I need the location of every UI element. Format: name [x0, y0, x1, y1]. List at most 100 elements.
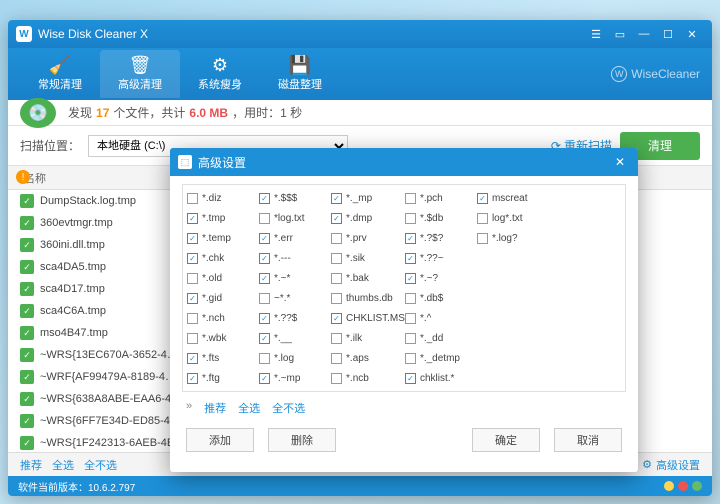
- ext-cell[interactable]: *.aps: [331, 349, 405, 367]
- ext-cell[interactable]: ✓*.~?: [405, 269, 477, 287]
- ext-cell[interactable]: ✓*.~*: [259, 269, 331, 287]
- ext-cell[interactable]: *.log: [259, 349, 331, 367]
- ext-cell[interactable]: *.$db: [405, 209, 477, 227]
- file-checkbox[interactable]: ✓: [20, 370, 34, 384]
- ext-cell[interactable]: ✓*.??$: [259, 309, 331, 327]
- ext-cell[interactable]: ✓*.??~: [405, 249, 477, 267]
- ext-cell[interactable]: ✓*._mp: [331, 189, 405, 207]
- ext-checkbox[interactable]: ✓: [405, 233, 416, 244]
- tab-3[interactable]: 💾磁盘整理: [260, 50, 340, 98]
- dot-red[interactable]: [678, 481, 688, 491]
- ext-cell[interactable]: ✓*.dmp: [331, 209, 405, 227]
- tab-2[interactable]: ⚙系统瘦身: [180, 50, 260, 98]
- ext-checkbox[interactable]: ✓: [187, 233, 198, 244]
- window-button[interactable]: —: [632, 24, 656, 44]
- ext-cell[interactable]: ✓*.tmp: [187, 209, 259, 227]
- ext-cell[interactable]: *.pch: [405, 189, 477, 207]
- ext-cell[interactable]: *.diz: [187, 189, 259, 207]
- ext-checkbox[interactable]: ✓: [477, 193, 488, 204]
- ext-cell[interactable]: ✓*.gid: [187, 289, 259, 307]
- ext-cell[interactable]: ✓CHKLIST.MS: [331, 309, 405, 327]
- file-checkbox[interactable]: ✓: [20, 282, 34, 296]
- ext-cell[interactable]: *.bak: [331, 269, 405, 287]
- window-button[interactable]: ▭: [608, 24, 632, 44]
- ext-cell[interactable]: thumbs.db: [331, 289, 405, 307]
- ext-checkbox[interactable]: [187, 333, 198, 344]
- dialog-titlebar[interactable]: ⬚ 高级设置 ✕: [170, 148, 638, 176]
- ext-cell[interactable]: ~*.*: [259, 289, 331, 307]
- ext-checkbox[interactable]: [477, 213, 488, 224]
- ext-checkbox[interactable]: ✓: [187, 353, 198, 364]
- ext-cell[interactable]: *.wbk: [187, 329, 259, 347]
- footer-recommend[interactable]: 推荐: [20, 457, 42, 473]
- ext-checkbox[interactable]: [187, 313, 198, 324]
- ext-cell[interactable]: *._dd: [405, 329, 477, 347]
- footer-select-all[interactable]: 全选: [52, 457, 74, 473]
- ext-checkbox[interactable]: [405, 333, 416, 344]
- ext-checkbox[interactable]: ✓: [331, 313, 342, 324]
- ext-cell[interactable]: *.sik: [331, 249, 405, 267]
- ext-cell[interactable]: *.prv: [331, 229, 405, 247]
- ext-cell[interactable]: ✓*.err: [259, 229, 331, 247]
- ext-cell[interactable]: *.nch: [187, 309, 259, 327]
- ext-cell[interactable]: *.ncb: [331, 369, 405, 387]
- ext-checkbox[interactable]: [331, 293, 342, 304]
- dlg-select-all[interactable]: 全选: [238, 400, 260, 416]
- file-checkbox[interactable]: ✓: [20, 348, 34, 362]
- ext-checkbox[interactable]: [331, 253, 342, 264]
- ext-checkbox[interactable]: [405, 193, 416, 204]
- ext-checkbox[interactable]: [477, 233, 488, 244]
- ext-checkbox[interactable]: [259, 293, 270, 304]
- file-checkbox[interactable]: ✓: [20, 304, 34, 318]
- ext-cell[interactable]: ✓*.---: [259, 249, 331, 267]
- ext-cell[interactable]: ✓chklist.*: [405, 369, 477, 387]
- ext-checkbox[interactable]: ✓: [331, 213, 342, 224]
- ext-checkbox[interactable]: ✓: [187, 293, 198, 304]
- ext-cell[interactable]: *.^: [405, 309, 477, 327]
- ext-checkbox[interactable]: [405, 213, 416, 224]
- ext-checkbox[interactable]: [259, 213, 270, 224]
- file-checkbox[interactable]: ✓: [20, 392, 34, 406]
- ext-checkbox[interactable]: ✓: [259, 333, 270, 344]
- file-checkbox[interactable]: ✓: [20, 194, 34, 208]
- ext-checkbox[interactable]: [405, 293, 416, 304]
- ext-checkbox[interactable]: [405, 313, 416, 324]
- ext-cell[interactable]: ✓*.ftg: [187, 369, 259, 387]
- window-button[interactable]: ☰: [584, 24, 608, 44]
- window-button[interactable]: ✕: [680, 24, 704, 44]
- ext-cell[interactable]: ✓*.fts: [187, 349, 259, 367]
- ext-cell[interactable]: ✓*.$$$: [259, 189, 331, 207]
- ext-checkbox[interactable]: ✓: [259, 193, 270, 204]
- file-checkbox[interactable]: ✓: [20, 326, 34, 340]
- ext-checkbox[interactable]: ✓: [331, 193, 342, 204]
- ext-cell[interactable]: ✓mscreat: [477, 189, 549, 207]
- ext-checkbox[interactable]: ✓: [259, 273, 270, 284]
- ext-checkbox[interactable]: [187, 273, 198, 284]
- ext-checkbox[interactable]: [331, 233, 342, 244]
- ext-cell[interactable]: ✓*.chk: [187, 249, 259, 267]
- tab-0[interactable]: 🧹常规清理: [20, 50, 100, 98]
- file-checkbox[interactable]: ✓: [20, 260, 34, 274]
- ext-checkbox[interactable]: ✓: [187, 253, 198, 264]
- dot-green[interactable]: [692, 481, 702, 491]
- ext-checkbox[interactable]: ✓: [405, 253, 416, 264]
- tab-1[interactable]: 🗑高级清理: [100, 50, 180, 98]
- ext-cell[interactable]: ✓*.temp: [187, 229, 259, 247]
- ext-cell[interactable]: *.ilk: [331, 329, 405, 347]
- ext-checkbox[interactable]: ✓: [405, 373, 416, 384]
- file-checkbox[interactable]: ✓: [20, 414, 34, 428]
- file-checkbox[interactable]: ✓: [20, 436, 34, 450]
- ext-cell[interactable]: ✓*.?$?: [405, 229, 477, 247]
- ext-checkbox[interactable]: ✓: [259, 233, 270, 244]
- file-checkbox[interactable]: ✓: [20, 238, 34, 252]
- ext-checkbox[interactable]: [259, 353, 270, 364]
- dlg-cancel-button[interactable]: 取消: [554, 428, 622, 452]
- dlg-select-none[interactable]: 全不选: [272, 400, 305, 416]
- ext-cell[interactable]: *._detmp: [405, 349, 477, 367]
- ext-cell[interactable]: ✓*.__: [259, 329, 331, 347]
- footer-select-none[interactable]: 全不选: [84, 457, 117, 473]
- titlebar[interactable]: W Wise Disk Cleaner X ☰▭—☐✕: [8, 20, 712, 48]
- dlg-recommend[interactable]: 推荐: [204, 400, 226, 416]
- ext-checkbox[interactable]: ✓: [259, 313, 270, 324]
- ext-cell[interactable]: ✓*.~mp: [259, 369, 331, 387]
